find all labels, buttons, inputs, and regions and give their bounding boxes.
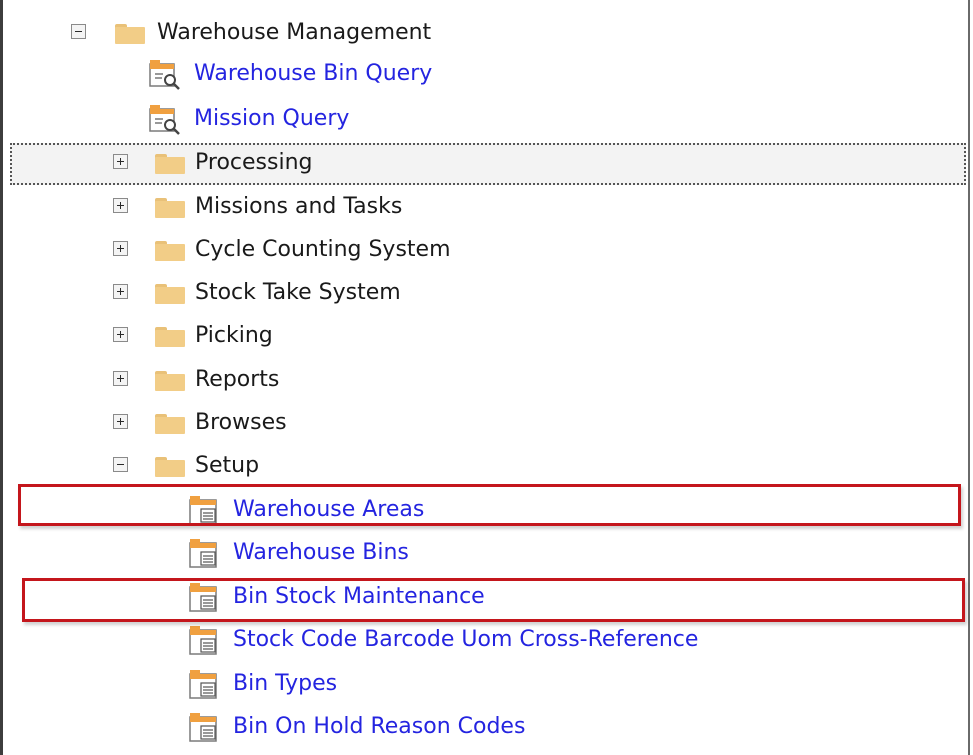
tree-node-label: Cycle Counting System xyxy=(195,237,451,262)
tree-node-processing[interactable]: Processing xyxy=(108,143,708,183)
expand-toggle-icon[interactable] xyxy=(113,198,128,213)
expand-toggle-icon[interactable] xyxy=(113,327,128,342)
tree-leaf-label[interactable]: Warehouse Bin Query xyxy=(194,61,432,86)
folder-icon xyxy=(155,414,185,434)
folder-icon xyxy=(155,284,185,304)
folder-icon xyxy=(155,241,185,261)
menu-tree-panel: Warehouse Management Warehouse Bin Query… xyxy=(0,0,970,755)
tree-leaf-mission-query[interactable]: Mission Query xyxy=(148,99,648,139)
tree-node-stock-take-system[interactable]: Stock Take System xyxy=(108,273,708,313)
tree-node-picking[interactable]: Picking xyxy=(108,316,708,356)
tree-node-reports[interactable]: Reports xyxy=(108,360,708,400)
collapse-toggle-icon[interactable] xyxy=(113,457,128,472)
program-icon xyxy=(189,539,217,568)
folder-icon xyxy=(115,24,145,44)
tree-node-label: Picking xyxy=(195,323,273,348)
tree-node-label: Stock Take System xyxy=(195,280,401,305)
tree-node-label: Missions and Tasks xyxy=(195,194,403,219)
program-icon xyxy=(189,670,217,699)
tree-leaf-label[interactable]: Stock Code Barcode Uom Cross-Reference xyxy=(233,627,698,652)
folder-icon xyxy=(155,457,185,477)
collapse-toggle-icon[interactable] xyxy=(71,24,86,39)
tree-leaf-label[interactable]: Bin Types xyxy=(233,671,337,696)
tree-node-warehouse-management[interactable]: Warehouse Management xyxy=(63,13,663,53)
tree-leaf-bin-types[interactable]: Bin Types xyxy=(188,664,888,704)
tree-leaf-stock-code-barcode-uom-cross-reference[interactable]: Stock Code Barcode Uom Cross-Reference xyxy=(188,620,948,660)
program-icon xyxy=(189,713,217,742)
expand-toggle-icon[interactable] xyxy=(113,154,128,169)
tree-node-missions-and-tasks[interactable]: Missions and Tasks xyxy=(108,187,708,227)
folder-icon xyxy=(155,371,185,391)
expand-toggle-icon[interactable] xyxy=(113,414,128,429)
expand-toggle-icon[interactable] xyxy=(113,284,128,299)
tree-node-label: Setup xyxy=(195,453,260,478)
folder-icon xyxy=(155,198,185,218)
tree-node-cycle-counting-system[interactable]: Cycle Counting System xyxy=(108,230,708,270)
tree-node-label: Processing xyxy=(195,150,313,175)
tree-node-label: Warehouse Management xyxy=(157,20,432,45)
query-icon xyxy=(149,60,180,90)
tree-leaf-label[interactable]: Warehouse Bins xyxy=(233,540,409,565)
tree-node-setup[interactable]: Setup xyxy=(108,446,708,486)
tree-leaf-warehouse-bin-query[interactable]: Warehouse Bin Query xyxy=(148,54,648,94)
highlight-box-bin-stock-maintenance xyxy=(22,578,965,622)
expand-toggle-icon[interactable] xyxy=(113,371,128,386)
tree-leaf-bin-on-hold-reason-codes[interactable]: Bin On Hold Reason Codes xyxy=(188,707,888,747)
folder-icon xyxy=(155,327,185,347)
tree-leaf-label[interactable]: Bin On Hold Reason Codes xyxy=(233,714,525,739)
program-icon xyxy=(189,626,217,655)
expand-toggle-icon[interactable] xyxy=(113,241,128,256)
highlight-box-warehouse-areas xyxy=(18,484,961,526)
tree-node-label: Browses xyxy=(195,410,287,435)
tree-leaf-warehouse-bins[interactable]: Warehouse Bins xyxy=(188,533,888,573)
tree-node-label: Reports xyxy=(195,367,280,392)
tree-leaf-label[interactable]: Mission Query xyxy=(194,106,349,131)
tree-node-browses[interactable]: Browses xyxy=(108,403,708,443)
folder-icon xyxy=(155,154,185,174)
query-icon xyxy=(149,105,180,135)
